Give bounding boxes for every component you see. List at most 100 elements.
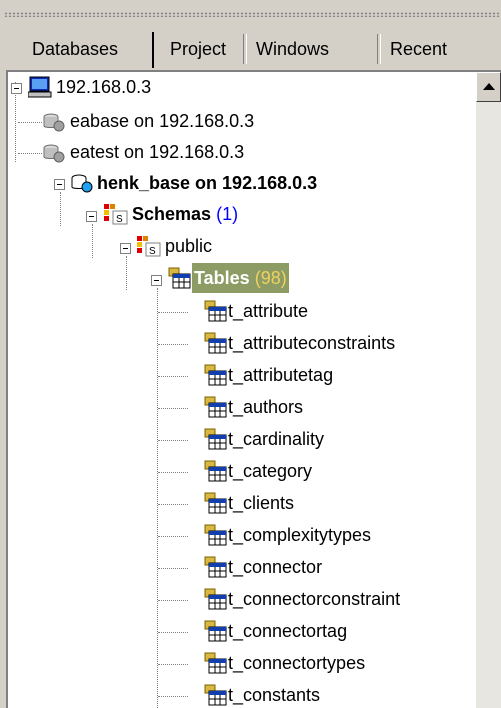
svg-text:S: S	[149, 246, 156, 257]
tree-line	[158, 600, 188, 601]
table-label: t_authors	[228, 397, 304, 417]
database-label: henk_base on 192.168.0.3	[97, 173, 318, 193]
tree-node-table[interactable]: t_attribute	[226, 296, 310, 326]
table-label: t_attributeconstraints	[228, 333, 396, 353]
tree-line	[158, 536, 188, 537]
tree-line	[158, 344, 188, 345]
tables-count: (98)	[254, 268, 287, 288]
computer-icon	[27, 76, 52, 103]
tree-node-table[interactable]: t_cardinality	[226, 424, 326, 454]
schemas-count: (1)	[216, 204, 239, 224]
tree-line	[158, 376, 188, 377]
tree-node-table[interactable]: t_complexitytypes	[226, 520, 373, 550]
table-icon	[204, 619, 228, 648]
collapse-toggle[interactable]	[151, 275, 162, 286]
tree-node-table[interactable]: t_connectortypes	[226, 648, 367, 678]
tree-line	[158, 408, 188, 409]
tree-line	[158, 664, 188, 665]
table-icon	[204, 331, 228, 360]
tree-node-database[interactable]: eatest on 192.168.0.3	[68, 137, 246, 167]
active-tab-divider	[152, 32, 154, 68]
database-label: eatest on 192.168.0.3	[70, 142, 245, 162]
tree-node-table[interactable]: t_constants	[226, 680, 322, 708]
tree-node-table[interactable]: t_connectortag	[226, 616, 349, 646]
table-icon	[204, 523, 228, 552]
table-icon	[204, 363, 228, 392]
tree-node-database[interactable]: eabase on 192.168.0.3	[68, 106, 256, 136]
table-icon	[204, 299, 228, 328]
table-label: t_connectortag	[228, 621, 348, 641]
server-label: 192.168.0.3	[56, 77, 152, 97]
tree-line	[92, 224, 93, 258]
table-icon	[204, 459, 228, 488]
table-label: t_connector	[228, 557, 323, 577]
table-icon	[204, 491, 228, 520]
tab-separator	[243, 34, 247, 64]
tree-line	[158, 696, 188, 697]
tree-line	[157, 288, 158, 708]
tree-node-table[interactable]: t_authors	[226, 392, 305, 422]
table-label: t_category	[228, 461, 313, 481]
tree-node-schema-public[interactable]: public	[163, 231, 214, 261]
table-label: t_clients	[228, 493, 295, 513]
tree-line	[158, 472, 188, 473]
table-icon	[204, 555, 228, 584]
table-label: t_complexitytypes	[228, 525, 372, 545]
database-label: eabase on 192.168.0.3	[70, 111, 255, 131]
table-icon	[204, 683, 228, 708]
table-label: t_constants	[228, 685, 321, 705]
database-tree[interactable]: 192.168.0.3 eabase on 192.168.0.3 eatest…	[6, 70, 478, 708]
tree-node-table[interactable]: t_clients	[226, 488, 296, 518]
table-label: t_attributetag	[228, 365, 334, 385]
schema-label: public	[165, 236, 213, 256]
tab-bar: Databases Project Windows Recent	[0, 28, 501, 70]
schema-icon: S	[137, 234, 163, 263]
scroll-up-arrow-icon	[483, 83, 495, 90]
tables-label: Tables	[194, 268, 250, 288]
tree-node-table[interactable]: t_connectorconstraint	[226, 584, 402, 614]
tree-node-schemas[interactable]: Schemas (1)	[130, 199, 240, 229]
tab-separator	[377, 34, 381, 64]
tab-databases[interactable]: Databases	[32, 34, 119, 64]
tree-node-table[interactable]: t_attributetag	[226, 360, 335, 390]
tab-project[interactable]: Project	[170, 34, 226, 64]
tree-line	[18, 122, 42, 123]
schema-icon: S	[104, 202, 130, 231]
tree-line	[158, 440, 188, 441]
table-label: t_attribute	[228, 301, 309, 321]
tree-line	[158, 312, 188, 313]
table-label: t_connectorconstraint	[228, 589, 401, 609]
tree-node-table[interactable]: t_category	[226, 456, 314, 486]
tree-node-table[interactable]: t_connector	[226, 552, 324, 582]
table-icon	[204, 651, 228, 680]
vertical-scrollbar[interactable]	[476, 70, 501, 708]
tree-line	[15, 82, 16, 162]
scroll-up-button[interactable]	[476, 72, 501, 102]
tree-line	[60, 192, 61, 226]
collapse-toggle[interactable]	[54, 179, 65, 190]
table-label: t_cardinality	[228, 429, 325, 449]
tab-recent[interactable]: Recent	[390, 34, 447, 64]
svg-text:S: S	[116, 214, 123, 225]
database-icon	[70, 171, 94, 200]
tree-node-table[interactable]: t_attributeconstraints	[226, 328, 397, 358]
collapse-toggle[interactable]	[11, 83, 22, 94]
toolbar-grip[interactable]	[4, 12, 500, 17]
collapse-toggle[interactable]	[120, 243, 131, 254]
tab-windows[interactable]: Windows	[256, 34, 329, 64]
tree-node-tables[interactable]: Tables (98)	[192, 263, 289, 293]
tree-node-server[interactable]: 192.168.0.3	[54, 72, 153, 102]
table-icon	[204, 395, 228, 424]
schemas-label: Schemas	[132, 204, 212, 224]
tree-node-database-active[interactable]: henk_base on 192.168.0.3	[95, 168, 319, 198]
tree-line	[158, 504, 188, 505]
tree-line	[158, 568, 188, 569]
collapse-toggle[interactable]	[86, 211, 97, 222]
table-label: t_connectortypes	[228, 653, 366, 673]
table-icon	[168, 266, 192, 295]
tree-line	[18, 153, 42, 154]
table-icon	[204, 427, 228, 456]
table-icon	[204, 587, 228, 616]
tree-line	[158, 632, 188, 633]
tree-line	[126, 256, 127, 290]
